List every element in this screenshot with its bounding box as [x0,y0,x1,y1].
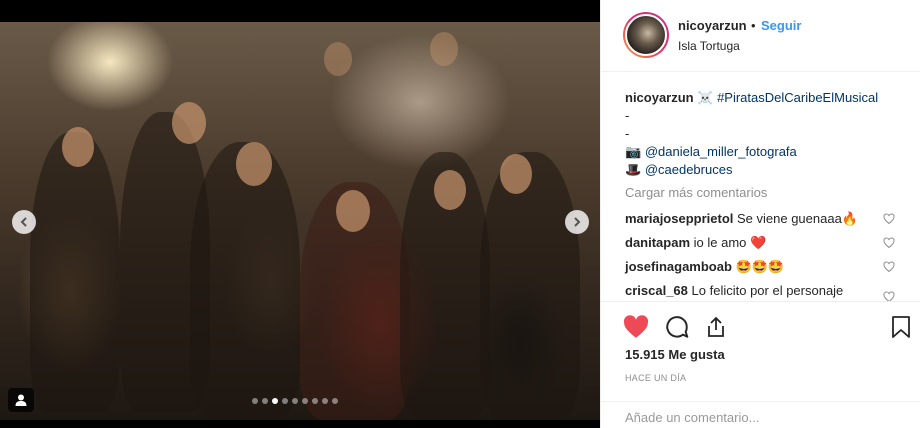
carousel-indicator [252,398,338,404]
chevron-left-icon [20,217,27,227]
add-comment-input[interactable] [625,410,895,425]
caption-dash: - [625,108,630,123]
comment-button[interactable] [663,313,691,341]
carousel-dot [262,398,268,404]
comment-item: josefinagamboab 🤩🤩🤩 [625,259,895,275]
comment-username[interactable]: josefinagamboab [625,259,732,274]
comment-like-icon[interactable] [883,291,895,301]
share-icon [708,316,724,337]
comment-username[interactable]: criscal_68 [625,283,688,298]
follow-button[interactable]: Seguir [761,18,801,33]
hat-emoji: 🎩 [625,162,642,177]
mention-link-photographer[interactable]: @daniela_miller_fotografa [645,144,797,159]
separator-dot: • [751,18,756,33]
post-photo[interactable] [0,22,600,420]
comment-item: mariajosepprietol Se viene guenaaa🔥 [625,211,895,227]
caption-dash: - [625,126,630,141]
comment-text: Lo felicito por el personaje [691,283,844,298]
post-header: nicoyarzun • Seguir Isla Tortuga [601,0,920,72]
skull-emoji: ☠️ [697,90,714,105]
next-image-button[interactable] [565,210,589,234]
comment-text: 🤩🤩🤩 [735,259,785,274]
camera-emoji: 📷 [625,144,642,159]
chevron-right-icon [574,217,581,227]
carousel-dot [252,398,258,404]
carousel-dot [292,398,298,404]
comment-text: io le amo ❤️ [693,235,767,250]
post-media[interactable] [0,0,600,428]
comment-like-icon[interactable] [883,237,895,249]
header-username[interactable]: nicoyarzun [678,18,747,33]
comment-item: criscal_68 Lo felicito por el personaje [625,283,895,298]
mention-link-caedebruces[interactable]: @caedebruces [645,162,733,177]
comment-like-icon[interactable] [883,261,895,273]
location-link[interactable]: Isla Tortuga [678,39,740,53]
likes-count[interactable]: 15.915 Me gusta [625,347,725,362]
comment-username[interactable]: mariajosepprietol [625,211,733,226]
carousel-dot [312,398,318,404]
bookmark-icon [892,316,910,338]
post-timestamp[interactable]: HACE UN DÍA [625,373,686,383]
tagged-users-button[interactable] [8,388,34,412]
carousel-dot [322,398,328,404]
comments-section[interactable]: nicoyarzun ☠️ #PiratasDelCaribeElMusical… [601,73,920,301]
carousel-dot [272,398,278,404]
caption-username[interactable]: nicoyarzun [625,90,694,105]
carousel-dot [282,398,288,404]
heart-icon [623,315,649,338]
avatar[interactable] [623,12,669,58]
carousel-dot [302,398,308,404]
share-button[interactable] [702,313,730,341]
save-button[interactable] [887,313,915,341]
comment-like-icon[interactable] [883,213,895,225]
user-tag-icon [15,394,27,406]
add-comment-bar [601,401,920,428]
comment-item: danitapam io le amo ❤️ [625,235,895,251]
load-more-comments-button[interactable]: Cargar más comentarios [625,185,767,200]
previous-image-button[interactable] [12,210,36,234]
hashtag-link[interactable]: #PiratasDelCaribeElMusical [717,90,878,105]
like-button[interactable] [622,313,650,341]
comment-username[interactable]: danitapam [625,235,690,250]
comment-icon [666,316,689,338]
post-side-panel: nicoyarzun • Seguir Isla Tortuga nicoyar… [600,0,920,428]
carousel-dot [332,398,338,404]
comment-text: Se viene guenaaa🔥 [737,211,858,226]
post-caption: nicoyarzun ☠️ #PiratasDelCaribeElMusical… [625,89,905,179]
post-actions: 15.915 Me gusta HACE UN DÍA [601,301,920,428]
